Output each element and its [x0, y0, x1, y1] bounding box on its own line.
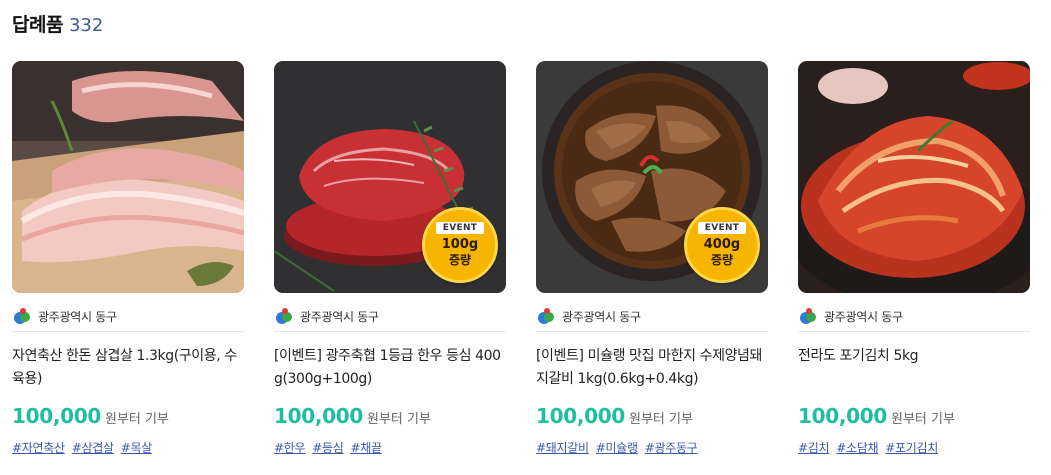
price-suffix: 원부터 기부 [629, 412, 693, 427]
tag-link[interactable]: #목살 [121, 439, 153, 456]
price-row: 100,000 원부터 기부 [536, 404, 693, 428]
tag-link[interactable]: #미슐랭 [596, 439, 638, 456]
product-image-beef-sirloin[interactable]: EVENT 100g 증량 [274, 61, 506, 293]
product-name[interactable]: 전라도 포기김치 5kg [798, 345, 1030, 368]
region-logo-icon [14, 308, 30, 324]
region-name: 광주광역시 동구 [38, 309, 117, 324]
tag-link[interactable]: #돼지갈비 [536, 439, 589, 456]
tag-link[interactable]: #광주동구 [645, 439, 698, 456]
event-badge: EVENT 100g 증량 [422, 207, 498, 283]
tag-link[interactable]: #자연축산 [12, 439, 65, 456]
section-title: 답례품 [12, 14, 63, 36]
product-card[interactable]: 광주광역시 동구 전라도 포기김치 5kg 100,000 원부터 기부 #김치… [798, 61, 1030, 455]
tag-link[interactable]: #소담채 [836, 439, 878, 456]
section-heading: 답례품 332 [12, 10, 103, 37]
tag-link[interactable]: #등심 [312, 439, 344, 456]
region-row: 광주광역시 동구 [12, 301, 244, 332]
price-value: 100,000 [12, 404, 101, 428]
tag-link[interactable]: #채끝 [351, 439, 383, 456]
region-name: 광주광역시 동구 [300, 309, 379, 324]
price-row: 100,000 원부터 기부 [274, 404, 431, 428]
product-image-kimchi[interactable] [798, 61, 1030, 293]
tag-link[interactable]: #김치 [798, 439, 830, 456]
product-card[interactable]: EVENT 400g 증량 광주광역시 동구 [이벤트] 미슐랭 맛집 마한지 … [536, 61, 768, 455]
region-row: 광주광역시 동구 [536, 301, 768, 332]
item-count: 332 [68, 15, 104, 36]
product-card[interactable]: EVENT 100g 증량 광주광역시 동구 [이벤트] 광주축협 1등급 한우… [274, 61, 506, 455]
price-value: 100,000 [798, 404, 887, 428]
tag-list: #김치 #소담채 #포기김치 [798, 439, 938, 456]
tag-link[interactable]: #삼겹살 [72, 439, 114, 456]
region-row: 광주광역시 동구 [274, 301, 506, 332]
event-badge: EVENT 400g 증량 [684, 207, 760, 283]
event-text: 증량 [710, 253, 734, 267]
product-image-pork-ribs[interactable]: EVENT 400g 증량 [536, 61, 768, 293]
region-logo-icon [276, 308, 292, 324]
region-logo-icon [538, 308, 554, 324]
event-amount: 400g [703, 237, 741, 252]
tag-list: #자연축산 #삼겹살 #목살 [12, 439, 152, 456]
product-card[interactable]: 광주광역시 동구 자연축산 한돈 삼겹살 1.3kg(구이용, 수육용) 100… [12, 61, 244, 455]
pork-belly-photo [12, 61, 244, 293]
product-name[interactable]: [이벤트] 광주축협 1등급 한우 등심 400g(300g+100g) [274, 345, 506, 391]
tag-link[interactable]: #한우 [274, 439, 306, 456]
product-name[interactable]: 자연축산 한돈 삼겹살 1.3kg(구이용, 수육용) [12, 345, 244, 391]
product-name[interactable]: [이벤트] 미슐랭 맛집 마한지 수제양념돼지갈비 1kg(0.6kg+0.4k… [536, 345, 768, 391]
tag-list: #돼지갈비 #미슐랭 #광주동구 [536, 439, 698, 456]
tag-link[interactable]: #포기김치 [885, 439, 938, 456]
price-suffix: 원부터 기부 [367, 412, 431, 427]
region-name: 광주광역시 동구 [562, 309, 641, 324]
event-label: EVENT [435, 222, 485, 234]
price-row: 100,000 원부터 기부 [12, 404, 169, 428]
event-text: 증량 [448, 253, 472, 267]
price-row: 100,000 원부터 기부 [798, 404, 955, 428]
kimchi-photo [798, 61, 1030, 293]
price-value: 100,000 [536, 404, 625, 428]
price-value: 100,000 [274, 404, 363, 428]
region-logo-icon [800, 308, 816, 324]
tag-list: #한우 #등심 #채끝 [274, 439, 382, 456]
region-name: 광주광역시 동구 [824, 309, 903, 324]
product-image-pork-belly[interactable] [12, 61, 244, 293]
price-suffix: 원부터 기부 [891, 412, 955, 427]
event-label: EVENT [697, 222, 747, 234]
price-suffix: 원부터 기부 [105, 412, 169, 427]
region-row: 광주광역시 동구 [798, 301, 1030, 332]
event-amount: 100g [441, 237, 479, 252]
